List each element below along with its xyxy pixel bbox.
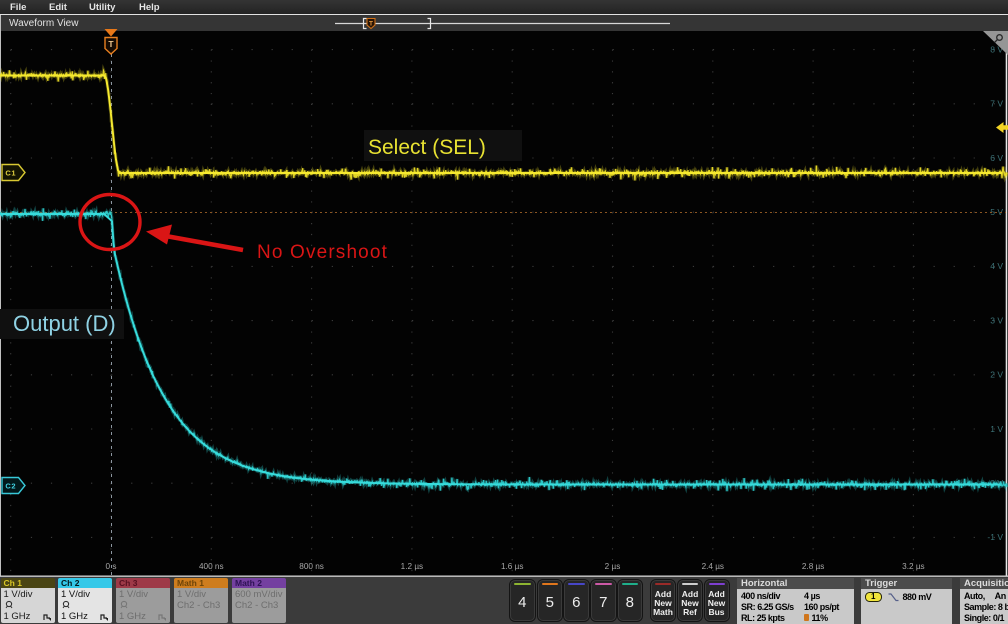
svg-text:2.8 µs: 2.8 µs bbox=[802, 562, 824, 571]
svg-text:No Overshoot: No Overshoot bbox=[257, 242, 388, 263]
svg-text:2 µs: 2 µs bbox=[605, 562, 621, 571]
svg-text:7 V: 7 V bbox=[990, 99, 1003, 109]
svg-text:C 1: C 1 bbox=[5, 169, 15, 178]
svg-text:1.2 µs: 1.2 µs bbox=[401, 562, 423, 571]
svg-text:C 2: C 2 bbox=[5, 482, 15, 491]
svg-text:Output (D): Output (D) bbox=[13, 311, 116, 336]
svg-text:6 V: 6 V bbox=[990, 153, 1003, 163]
svg-text:2.4 µs: 2.4 µs bbox=[702, 562, 724, 571]
svg-text:3.2 µs: 3.2 µs bbox=[902, 562, 924, 571]
svg-text:4 V: 4 V bbox=[990, 261, 1003, 271]
svg-text:T: T bbox=[108, 39, 114, 49]
svg-text:1.6 µs: 1.6 µs bbox=[501, 562, 523, 571]
svg-text:1 V: 1 V bbox=[990, 424, 1003, 434]
svg-text:2 V: 2 V bbox=[990, 370, 1003, 380]
svg-text:Select (SEL): Select (SEL) bbox=[368, 136, 486, 159]
svg-text:800 ns: 800 ns bbox=[299, 562, 324, 571]
svg-text:T: T bbox=[369, 21, 373, 28]
svg-text:400 ns: 400 ns bbox=[199, 562, 224, 571]
svg-text:3 V: 3 V bbox=[990, 315, 1003, 325]
svg-text:-1 V: -1 V bbox=[987, 532, 1003, 542]
